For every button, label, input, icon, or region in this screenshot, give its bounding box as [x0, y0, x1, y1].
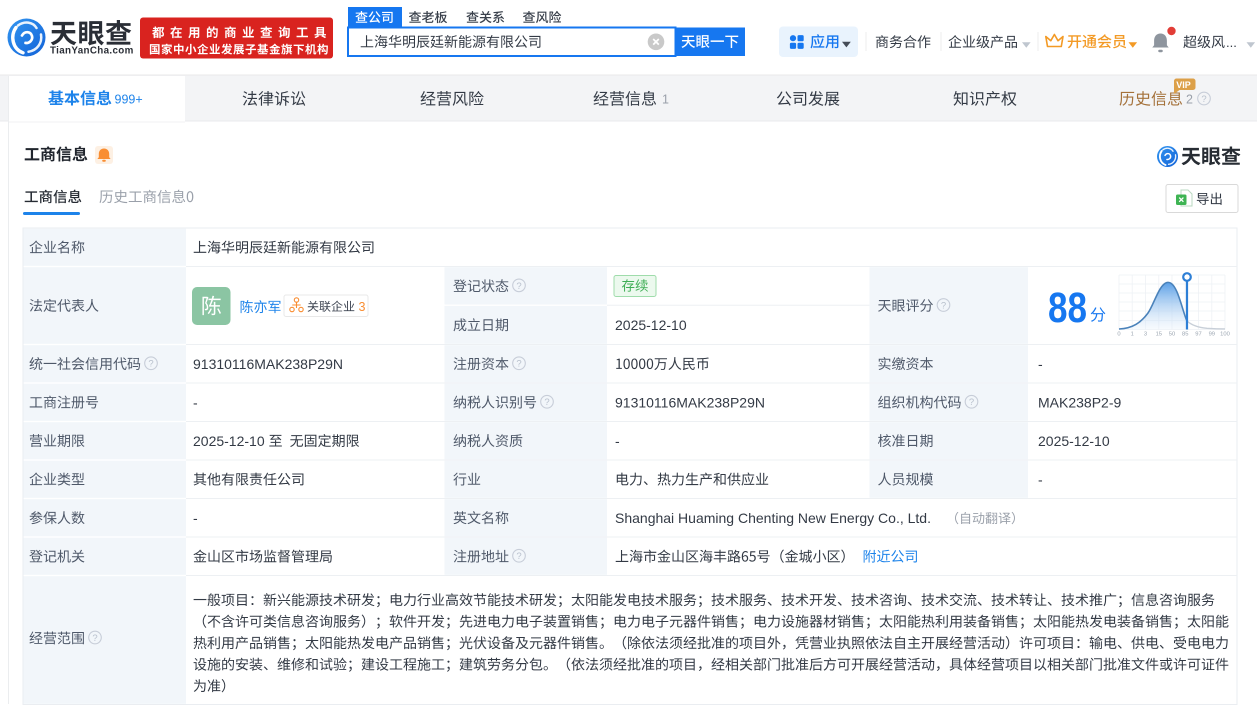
- svg-text:85: 85: [1182, 332, 1188, 338]
- svg-text:?: ?: [1201, 94, 1206, 105]
- svg-text:2025-12-10: 2025-12-10: [615, 317, 687, 333]
- svg-text:100: 100: [1220, 332, 1230, 338]
- svg-text:50: 50: [1169, 332, 1175, 338]
- svg-text:?: ?: [941, 300, 946, 311]
- svg-text:91310116MAK238P29N: 91310116MAK238P29N: [193, 356, 343, 372]
- svg-text:MAK238P2-9: MAK238P2-9: [1038, 394, 1121, 410]
- svg-text:2: 2: [1186, 93, 1193, 107]
- svg-text:2025-12-10: 2025-12-10: [1038, 433, 1110, 449]
- svg-text:3: 3: [359, 300, 366, 314]
- svg-text:?: ?: [516, 359, 521, 370]
- svg-text:99: 99: [1209, 332, 1215, 338]
- svg-text:...: ...: [1226, 35, 1237, 50]
- svg-text:Shanghai Huaming Chenting New: Shanghai Huaming Chenting New Energy Co.…: [615, 510, 931, 526]
- svg-text:?: ?: [92, 633, 97, 644]
- svg-text:999+: 999+: [115, 93, 143, 107]
- svg-text:1: 1: [1131, 332, 1134, 338]
- svg-text:0: 0: [1117, 332, 1120, 338]
- svg-text:1: 1: [662, 93, 669, 107]
- svg-text:91310116MAK238P29N: 91310116MAK238P29N: [615, 394, 765, 410]
- svg-text:-: -: [1038, 471, 1043, 487]
- svg-text:?: ?: [969, 397, 974, 408]
- svg-text:?: ?: [544, 397, 549, 408]
- svg-text:-: -: [193, 510, 198, 526]
- svg-text:-: -: [1038, 356, 1043, 372]
- svg-text:2025-12-10: 2025-12-10: [193, 433, 265, 449]
- svg-text:?: ?: [516, 551, 521, 562]
- svg-text:?: ?: [148, 359, 153, 370]
- svg-text:-: -: [615, 433, 620, 449]
- svg-text:88: 88: [1048, 285, 1087, 332]
- svg-text:?: ?: [516, 281, 521, 292]
- svg-text:-: -: [193, 394, 198, 410]
- svg-text:VIP: VIP: [1176, 80, 1191, 90]
- svg-text:15: 15: [1156, 332, 1162, 338]
- svg-text:TianYanCha.com: TianYanCha.com: [50, 46, 134, 57]
- svg-text:3: 3: [1144, 332, 1147, 338]
- svg-text:97: 97: [1195, 332, 1201, 338]
